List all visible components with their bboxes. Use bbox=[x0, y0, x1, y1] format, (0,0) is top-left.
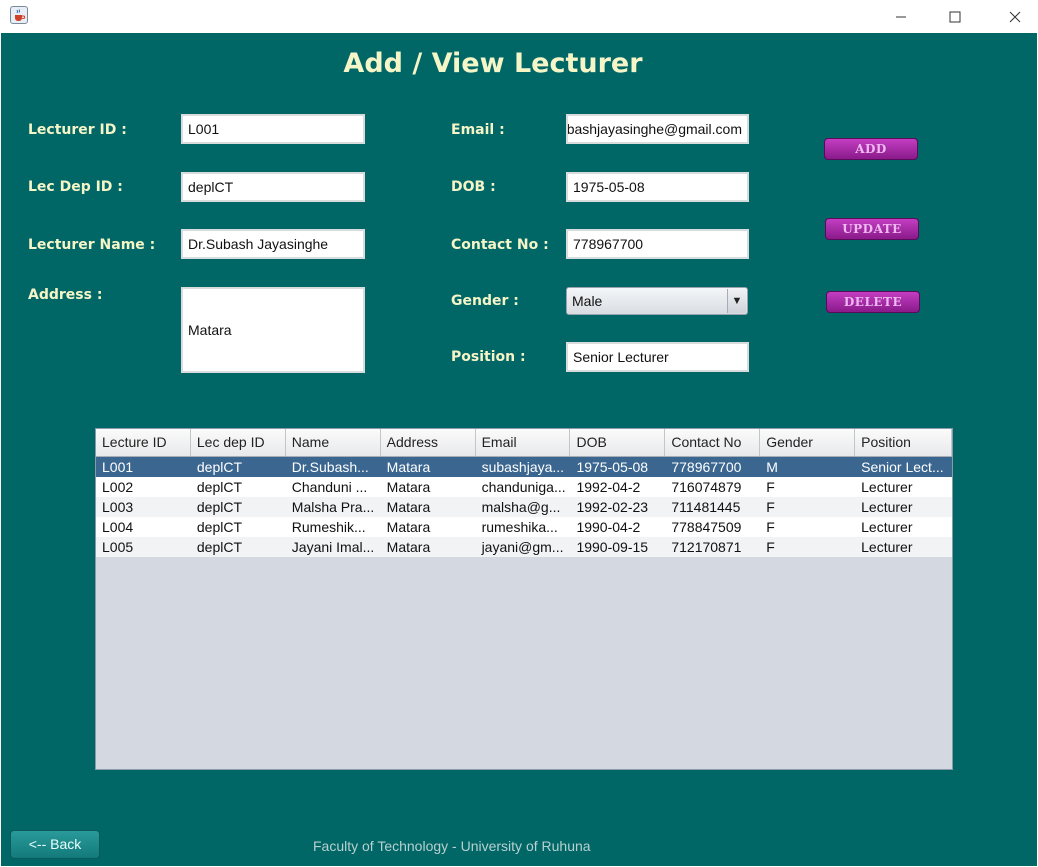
column-header[interactable]: Contact No bbox=[665, 429, 761, 456]
table-header: Lecture ID Lec dep ID Name Address Email… bbox=[96, 429, 952, 457]
address-label: Address : bbox=[28, 287, 103, 303]
lecturer-name-field[interactable]: Dr.Subash Jayasinghe bbox=[181, 229, 365, 259]
gender-dropdown[interactable]: Male ▼ bbox=[566, 287, 748, 315]
table-cell: malsha@g... bbox=[481, 499, 561, 515]
table-cell: 1992-04-2 bbox=[576, 479, 641, 495]
table-cell: Rumeshik... bbox=[291, 519, 366, 535]
table-cell: deplCT bbox=[196, 499, 243, 515]
table-cell: L004 bbox=[102, 519, 134, 535]
add-button[interactable]: ADD bbox=[824, 138, 918, 160]
lecturer-id-label: Lecturer ID : bbox=[28, 122, 127, 138]
table-cell: F bbox=[766, 479, 775, 495]
table-cell: 1990-04-2 bbox=[576, 519, 641, 535]
table-cell: rumeshika... bbox=[481, 519, 558, 535]
dob-field[interactable]: 1975-05-08 bbox=[566, 172, 749, 202]
address-textarea[interactable]: Matara bbox=[181, 287, 365, 373]
table-row[interactable]: L001 deplCT Dr.Subash... Matara subashja… bbox=[96, 457, 952, 477]
table-cell: subashjaya... bbox=[481, 459, 565, 475]
table-cell: chanduniga... bbox=[481, 479, 566, 495]
gender-label: Gender : bbox=[451, 293, 519, 309]
page-title: Add / View Lecturer bbox=[343, 48, 643, 79]
table-cell: deplCT bbox=[196, 459, 243, 475]
dob-label: DOB : bbox=[451, 179, 496, 195]
column-header[interactable]: Position bbox=[855, 429, 952, 456]
table-cell: 1975-05-08 bbox=[576, 459, 649, 475]
table-cell: deplCT bbox=[196, 519, 243, 535]
delete-button[interactable]: DELETE bbox=[826, 291, 920, 313]
close-button[interactable] bbox=[992, 0, 1038, 33]
footer-text: Faculty of Technology - University of Ru… bbox=[313, 838, 591, 854]
close-icon bbox=[1009, 11, 1021, 22]
table-row[interactable]: L004 deplCT Rumeshik... Matara rumeshika… bbox=[96, 517, 952, 537]
window-titlebar bbox=[0, 0, 1038, 33]
table-cell: Matara bbox=[386, 539, 431, 555]
table-cell: 711481445 bbox=[671, 499, 741, 515]
column-header[interactable]: Address bbox=[381, 429, 476, 456]
lec-dep-id-label: Lec Dep ID : bbox=[28, 179, 123, 195]
position-label: Position : bbox=[451, 349, 526, 365]
table-row[interactable]: L005 deplCT Jayani Imal... Matara jayani… bbox=[96, 537, 952, 557]
gender-selected-value: Male bbox=[572, 293, 603, 309]
table-cell: 778967700 bbox=[671, 459, 742, 475]
table-cell: deplCT bbox=[196, 479, 243, 495]
table-cell: L003 bbox=[102, 499, 134, 515]
table-cell: jayani@gm... bbox=[481, 539, 564, 555]
column-header[interactable]: DOB bbox=[570, 429, 666, 456]
position-field[interactable]: Senior Lecturer bbox=[566, 342, 749, 372]
table-cell: 778847509 bbox=[671, 519, 742, 535]
table-cell: F bbox=[766, 519, 775, 535]
table-cell: Malsha Pra... bbox=[291, 499, 375, 515]
table-cell: Matara bbox=[386, 499, 431, 515]
table-cell: Jayani Imal... bbox=[291, 539, 375, 555]
lecturer-id-field[interactable]: L001 bbox=[181, 114, 365, 144]
table-cell: Chanduni ... bbox=[291, 479, 368, 495]
maximize-button[interactable] bbox=[932, 0, 978, 33]
table-cell: Lecturer bbox=[861, 479, 913, 495]
contact-no-field[interactable]: 778967700 bbox=[566, 229, 749, 259]
lecturer-name-label: Lecturer Name : bbox=[28, 237, 156, 253]
table-cell: Matara bbox=[386, 479, 431, 495]
column-header[interactable]: Gender bbox=[760, 429, 856, 456]
table-cell: L002 bbox=[102, 479, 134, 495]
table-cell: L001 bbox=[102, 459, 134, 475]
lecturer-table[interactable]: Lecture ID Lec dep ID Name Address Email… bbox=[95, 428, 953, 770]
update-button[interactable]: UPDATE bbox=[825, 218, 919, 240]
table-cell: M bbox=[766, 459, 778, 475]
table-cell: Dr.Subash... bbox=[291, 459, 369, 475]
column-header[interactable]: Lecture ID bbox=[96, 429, 191, 456]
email-value: subashjayasinghe@gmail.com bbox=[566, 121, 742, 137]
main-panel: Add / View Lecturer Lecturer ID : Lec De… bbox=[1, 33, 1037, 866]
table-cell: Matara bbox=[386, 459, 431, 475]
dropdown-arrow-icon[interactable]: ▼ bbox=[727, 289, 746, 313]
table-cell: Lecturer bbox=[861, 519, 913, 535]
minimize-icon bbox=[896, 16, 906, 17]
table-row[interactable]: L002 deplCT Chanduni ... Matara chanduni… bbox=[96, 477, 952, 497]
table-cell: deplCT bbox=[196, 539, 243, 555]
table-cell: Senior Lect... bbox=[861, 459, 944, 475]
email-label: Email : bbox=[451, 122, 505, 138]
maximize-icon bbox=[949, 11, 961, 22]
column-header[interactable]: Lec dep ID bbox=[191, 429, 286, 456]
table-cell: 712170871 bbox=[671, 539, 742, 555]
table-cell: Lecturer bbox=[861, 499, 913, 515]
table-cell: F bbox=[766, 539, 775, 555]
minimize-button[interactable] bbox=[878, 0, 924, 33]
email-field[interactable]: subashjayasinghe@gmail.com bbox=[566, 114, 749, 144]
back-button[interactable]: <-- Back bbox=[10, 830, 100, 859]
table-cell: L005 bbox=[102, 539, 134, 555]
contact-no-label: Contact No : bbox=[451, 237, 549, 253]
table-cell: 1990-09-15 bbox=[576, 539, 649, 555]
table-cell: 1992-02-23 bbox=[576, 499, 649, 515]
table-cell: F bbox=[766, 499, 775, 515]
table-cell: Lecturer bbox=[861, 539, 913, 555]
column-header[interactable]: Email bbox=[476, 429, 571, 456]
table-row[interactable]: L003 deplCT Malsha Pra... Matara malsha@… bbox=[96, 497, 952, 517]
table-cell: 716074879 bbox=[671, 479, 742, 495]
column-header[interactable]: Name bbox=[286, 429, 381, 456]
lec-dep-id-field[interactable]: deplCT bbox=[181, 172, 365, 202]
table-cell: Matara bbox=[386, 519, 431, 535]
java-coffee-icon bbox=[10, 6, 28, 24]
